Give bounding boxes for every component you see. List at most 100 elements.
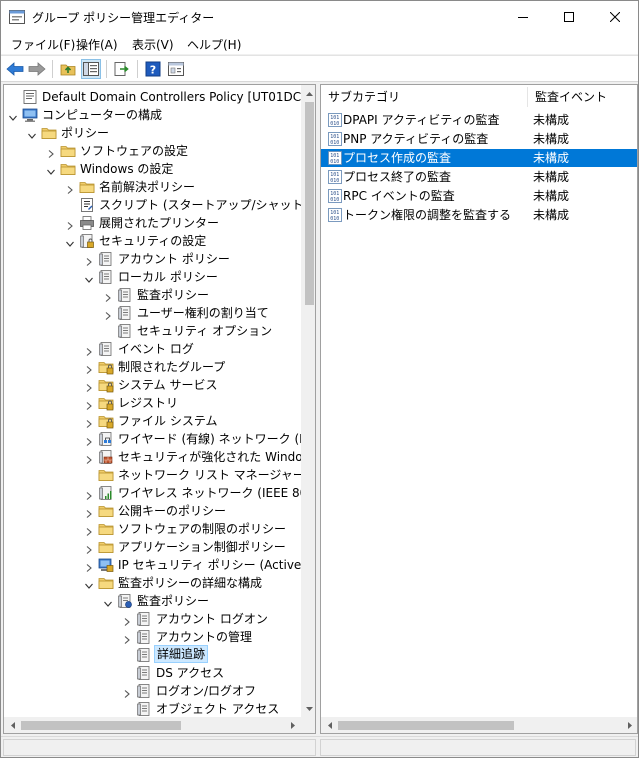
tree-node[interactable]: IP セキュリティ ポリシー (Active Directory) — [4, 556, 315, 574]
tree-node[interactable]: システム サービス — [4, 376, 301, 394]
maximize-button[interactable] — [546, 1, 592, 32]
audit-subcategory-row[interactable]: 101 010 プロセス作成の監査 未構成 — [321, 149, 637, 167]
chevron-right-icon[interactable] — [103, 290, 113, 302]
menu-action[interactable]: 操作(A) — [76, 36, 118, 53]
chevron-right-icon[interactable] — [84, 506, 94, 518]
tree-horizontal-scroll-thumb[interactable] — [21, 721, 181, 730]
audit-subcategory-row[interactable]: 101 010 トークン権限の調整を監査する 未構成 — [321, 206, 637, 224]
tree-node[interactable]: Default Domain Controllers Policy [UT01D… — [4, 88, 315, 106]
chevron-right-icon[interactable] — [103, 308, 113, 320]
audit-subcategory-row[interactable]: 101 010 RPC イベントの監査 未構成 — [321, 187, 637, 205]
tree-node[interactable]: ネットワーク リスト マネージャー ポリシー — [4, 466, 315, 484]
audit-subcategory-row[interactable]: 101 010 PNP アクティビティの監査 未構成 — [321, 130, 637, 148]
tree-node[interactable]: ソフトウェアの制限のポリシー — [4, 520, 301, 538]
scroll-right-icon[interactable] — [284, 717, 301, 733]
tree-node[interactable]: アカウントの管理 — [4, 628, 301, 646]
tree-node[interactable]: DS アクセス — [4, 664, 301, 682]
tree-node[interactable]: ワイヤレス ネットワーク (IEEE 802.11) ポリシー — [4, 484, 315, 502]
column-header-subcategory[interactable]: サブカテゴリ — [321, 85, 527, 109]
tree-node[interactable]: アプリケーション制御ポリシー — [4, 538, 301, 556]
chevron-down-icon[interactable] — [27, 128, 37, 139]
tree-node[interactable]: 制限されたグループ — [4, 358, 301, 376]
tree-node[interactable]: ポリシー — [4, 124, 301, 142]
tree-node[interactable]: セキュリティが強化された Windows Defender ファイアウォール — [4, 448, 315, 466]
tree-node[interactable]: ワイヤード (有線) ネットワーク (IEEE 802.3) ポリシー — [4, 430, 315, 448]
chevron-right-icon[interactable] — [84, 434, 94, 446]
chevron-right-icon[interactable] — [84, 380, 94, 392]
chevron-down-icon[interactable] — [8, 110, 18, 121]
tree-node[interactable]: セキュリティの設定 — [4, 232, 301, 250]
tree-node[interactable]: 詳細追跡 — [4, 645, 301, 664]
tree-node[interactable]: 監査ポリシーの詳細な構成 — [4, 574, 301, 592]
tree-node[interactable]: 展開されたプリンター — [4, 214, 301, 232]
chevron-right-icon[interactable] — [84, 416, 94, 428]
chevron-right-icon[interactable] — [84, 344, 94, 356]
tree-vertical-scrollbar[interactable] — [301, 85, 315, 717]
chevron-right-icon[interactable] — [46, 146, 56, 158]
tree-pane[interactable]: Default Domain Controllers Policy [UT01D… — [3, 84, 316, 734]
tree-vertical-scroll-thumb[interactable] — [305, 102, 314, 305]
tree-node[interactable]: 監査ポリシー — [4, 592, 301, 610]
details-horizontal-scrollbar[interactable] — [321, 717, 637, 733]
chevron-right-icon[interactable] — [84, 254, 94, 266]
chevron-right-icon[interactable] — [122, 686, 132, 698]
chevron-right-icon[interactable] — [84, 524, 94, 536]
scroll-left-icon[interactable] — [321, 717, 338, 733]
properties-view-button[interactable] — [166, 59, 186, 79]
tree-node[interactable]: Windows の設定 — [4, 160, 301, 178]
chevron-right-icon[interactable] — [84, 362, 94, 374]
chevron-down-icon[interactable] — [84, 578, 94, 589]
tree-node[interactable]: 公開キーのポリシー — [4, 502, 301, 520]
chevron-down-icon[interactable] — [84, 272, 94, 283]
details-horizontal-scroll-thumb[interactable] — [338, 721, 514, 730]
tree-node[interactable]: スクリプト (スタートアップ/シャットダウン) — [4, 196, 315, 214]
tree-node[interactable]: ローカル ポリシー — [4, 268, 301, 286]
up-folder-button[interactable] — [58, 59, 78, 79]
tree-node[interactable]: アカウント ポリシー — [4, 250, 301, 268]
chevron-right-icon[interactable] — [84, 398, 94, 410]
column-header-audit-events[interactable]: 監査イベント — [528, 85, 637, 109]
chevron-down-icon[interactable] — [46, 164, 56, 175]
tree-node[interactable]: ファイル システム — [4, 412, 301, 430]
scroll-down-icon[interactable] — [301, 700, 315, 717]
close-button[interactable] — [592, 1, 638, 32]
forward-button[interactable] — [27, 59, 47, 79]
folder-icon — [41, 125, 57, 141]
chevron-down-icon[interactable] — [103, 596, 113, 607]
chevron-down-icon[interactable] — [65, 236, 75, 247]
chevron-right-icon[interactable] — [84, 542, 94, 554]
chevron-right-icon[interactable] — [84, 452, 94, 464]
chevron-right-icon[interactable] — [65, 182, 75, 194]
tree-node[interactable]: ログオン/ログオフ — [4, 682, 301, 700]
audit-subcategory-row[interactable]: 101 010 プロセス終了の監査 未構成 — [321, 168, 637, 186]
tree-node[interactable]: 監査ポリシー — [4, 286, 301, 304]
menu-file[interactable]: ファイル(F) — [11, 36, 75, 53]
chevron-right-icon[interactable] — [65, 218, 75, 230]
scroll-right-icon[interactable] — [621, 717, 637, 733]
details-pane[interactable]: サブカテゴリ 監査イベント 101 010 DPAPI アクティビティの監査 未構成 1… — [320, 84, 638, 734]
chevron-right-icon[interactable] — [84, 488, 94, 500]
tree-node[interactable]: ユーザー権利の割り当て — [4, 304, 301, 322]
scroll-left-icon[interactable] — [4, 717, 21, 733]
chevron-right-icon[interactable] — [122, 632, 132, 644]
tree-node[interactable]: 名前解決ポリシー — [4, 178, 301, 196]
minimize-button[interactable] — [500, 1, 546, 32]
back-button[interactable] — [5, 59, 25, 79]
menu-view[interactable]: 表示(V) — [132, 36, 174, 53]
scroll-up-icon[interactable] — [301, 85, 315, 102]
export-list-button[interactable] — [112, 59, 132, 79]
tree-node[interactable]: セキュリティ オプション — [4, 322, 301, 340]
show-hide-tree-button[interactable] — [81, 59, 101, 79]
audit-subcategory-row[interactable]: 101 010 DPAPI アクティビティの監査 未構成 — [321, 111, 637, 129]
tree-node[interactable]: イベント ログ — [4, 340, 301, 358]
tree-node[interactable]: ソフトウェアの設定 — [4, 142, 301, 160]
tree-node[interactable]: コンピューターの構成 — [4, 106, 301, 124]
chevron-right-icon[interactable] — [84, 560, 94, 572]
tree-node[interactable]: アカウント ログオン — [4, 610, 301, 628]
chevron-right-icon[interactable] — [122, 614, 132, 626]
help-button[interactable]: ? — [143, 59, 163, 79]
tree-horizontal-scrollbar[interactable] — [4, 717, 301, 733]
tree-node[interactable]: オブジェクト アクセス — [4, 700, 301, 718]
tree-node[interactable]: レジストリ — [4, 394, 301, 412]
menu-help[interactable]: ヘルプ(H) — [187, 36, 241, 53]
